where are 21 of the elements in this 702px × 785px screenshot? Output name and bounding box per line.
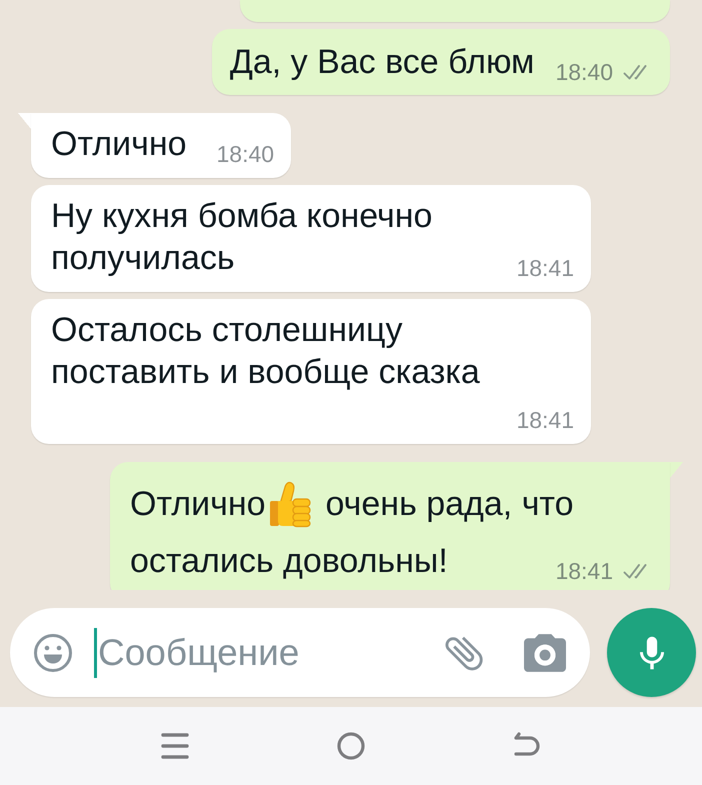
menu-icon[interactable] <box>161 732 189 760</box>
message-time: 18:40 <box>555 58 613 87</box>
message-text: Ну кухня бомба конечно получилась <box>51 196 434 279</box>
home-icon[interactable] <box>337 732 365 760</box>
camera-icon[interactable] <box>524 634 566 672</box>
message-time: 18:41 <box>516 406 574 435</box>
message-time: 18:40 <box>216 140 274 169</box>
message-text: остались довольны! <box>130 541 448 582</box>
message-time: 18:41 <box>555 557 613 586</box>
microphone-icon <box>640 636 664 670</box>
message-text: Отлично <box>51 124 187 165</box>
message-time: 18:41 <box>516 254 574 283</box>
message-text: Осталось столешницу поставить и вообще сказка <box>51 310 481 393</box>
message-text: очень рада, что <box>326 484 574 525</box>
message-text: Да, у Вас все блюм <box>230 42 534 83</box>
message-text: Отлично <box>130 484 266 525</box>
message-field[interactable]: Сообщение <box>10 608 590 697</box>
text-cursor <box>94 628 97 678</box>
message-input[interactable]: Сообщение <box>97 630 442 676</box>
thumbs-up-icon <box>268 480 312 528</box>
smiley-icon[interactable] <box>33 632 73 672</box>
